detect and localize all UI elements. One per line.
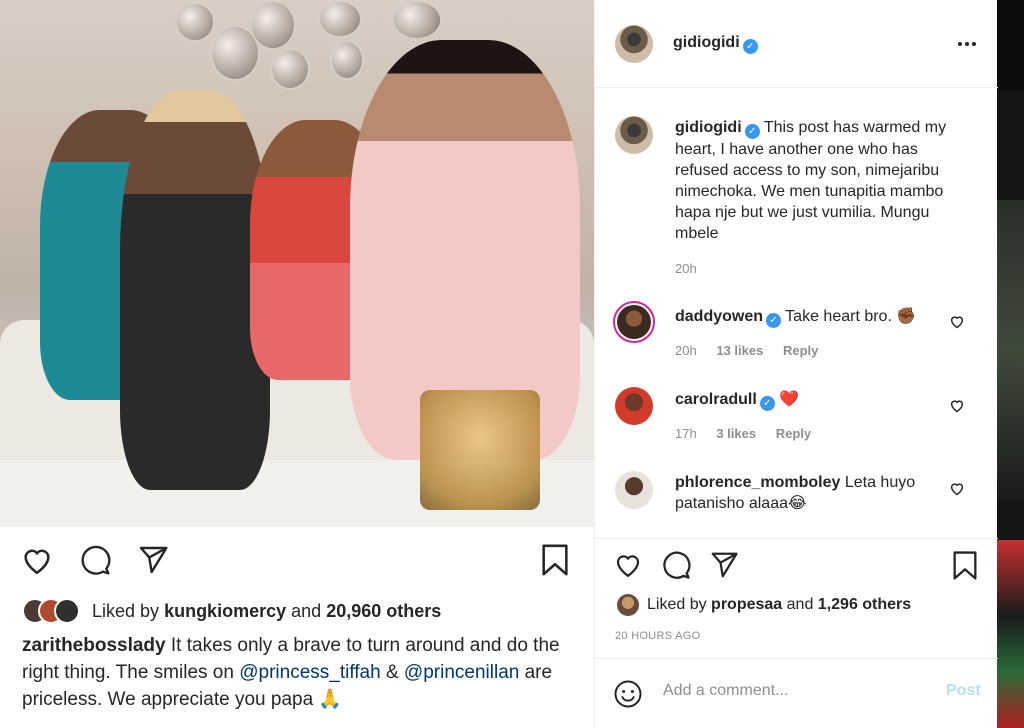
more-horizontal-icon[interactable] [957, 36, 977, 52]
liked-by-row: Liked by kungkiomercy and 20,960 others [22, 598, 441, 624]
comment-username-link[interactable]: carolradull [675, 391, 757, 408]
comment-likes-link[interactable]: 3 likes [716, 426, 756, 441]
wall-mirror [175, 2, 215, 42]
heart-icon[interactable] [949, 398, 965, 413]
comment-item: phlorence_momboley Leta huyo patanisho a… [675, 472, 945, 514]
post-caption: zarithebosslady It takes only a brave to… [22, 632, 582, 713]
background-right-strip [997, 0, 1024, 728]
comment-meta: 20h [675, 258, 975, 279]
comment-text: This post has warmed my heart, I have an… [675, 119, 947, 242]
candle-glass [420, 390, 540, 510]
reply-button[interactable]: Reply [776, 426, 811, 441]
heart-icon[interactable] [949, 481, 965, 496]
emoji-icon[interactable] [613, 679, 643, 709]
wall-mirror [270, 48, 310, 90]
post-time-ago[interactable]: 20 HOURS AGO [615, 630, 701, 642]
wall-mirror [250, 0, 296, 50]
background-post: Liked by kungkiomercy and 20,960 others … [0, 0, 594, 728]
mention-link[interactable]: @princess_tiffah [239, 662, 380, 683]
post-button[interactable]: Post [946, 682, 981, 700]
liked-by-prefix: Liked by [647, 596, 707, 613]
post-photo[interactable] [0, 0, 594, 527]
avatar[interactable] [615, 116, 653, 154]
comment-icon[interactable] [661, 550, 691, 580]
share-icon[interactable] [709, 550, 739, 580]
liked-by-others-link[interactable]: 20,960 others [326, 601, 441, 622]
wall-mirror [318, 0, 362, 38]
heart-icon[interactable] [949, 314, 965, 329]
liker-avatars [22, 598, 80, 624]
avatar [54, 598, 80, 624]
verified-icon: ✓ [766, 313, 782, 328]
man-figure [120, 90, 270, 490]
caption-amp: & [385, 662, 399, 683]
liked-by-prefix: Liked by [92, 600, 160, 621]
comment-username-link[interactable]: phlorence_momboley [675, 474, 840, 491]
comment-icon[interactable] [78, 544, 112, 576]
liked-by-others-link[interactable]: 1,296 others [818, 596, 911, 614]
comment-time: 17h [675, 426, 697, 441]
liked-by-and: and [786, 596, 814, 613]
verified-icon: ✓ [742, 39, 758, 54]
verified-icon: ✓ [744, 124, 760, 139]
avatar[interactable] [615, 25, 653, 63]
wall-mirror [392, 0, 442, 40]
comment-text: ❤️ [779, 391, 800, 408]
wall-mirror [330, 40, 364, 80]
comment-username-link[interactable]: gidiogidi [675, 119, 742, 136]
mention-link[interactable]: @princenillan [404, 662, 519, 683]
bookmark-icon[interactable] [540, 543, 570, 577]
comment-input[interactable]: Add a comment... [663, 682, 788, 700]
avatar[interactable] [615, 387, 653, 425]
reply-button[interactable]: Reply [783, 343, 818, 358]
comment-item: daddyowen ✓ Take heart bro. ✊🏾 20h 13 lik… [675, 306, 975, 361]
liked-by-user-link[interactable]: kungkiomercy [164, 601, 286, 622]
comment-meta: 17h 3 likes Reply [675, 423, 975, 444]
caption-username-link[interactable]: zarithebosslady [22, 635, 166, 656]
liked-by-user-link[interactable]: propesaa [711, 596, 782, 614]
heart-icon[interactable] [20, 544, 54, 576]
comment-text: Take heart bro. ✊🏾 [785, 308, 917, 325]
liked-by-and: and [291, 600, 322, 621]
avatar[interactable] [615, 471, 653, 509]
caption-comment: gidiogidi ✓ This post has warmed my heart… [675, 117, 975, 279]
liked-by-row: Liked by propesaa and 1,296 others [617, 594, 911, 616]
avatar[interactable] [613, 301, 655, 343]
add-comment-bar: Add a comment... Post [595, 658, 998, 728]
avatar[interactable] [617, 594, 639, 616]
post-detail-panel: gidiogidi ✓ gidiogidi ✓ This post has warm… [594, 0, 998, 728]
share-icon[interactable] [136, 544, 170, 576]
verified-icon: ✓ [759, 396, 775, 411]
comment-time: 20h [675, 343, 697, 358]
comment-username-link[interactable]: daddyowen [675, 308, 763, 325]
panel-header: gidiogidi ✓ [595, 0, 998, 88]
header-user: gidiogidi ✓ [673, 34, 758, 54]
comment-meta: 20h 13 likes Reply [675, 340, 975, 361]
header-username-link[interactable]: gidiogidi [673, 34, 740, 51]
comment-time: 20h [675, 261, 697, 276]
comment-item: carolradull ✓ ❤️ 17h 3 likes Reply [675, 389, 975, 444]
heart-icon[interactable] [613, 550, 643, 579]
bookmark-icon[interactable] [951, 550, 979, 581]
comment-likes-link[interactable]: 13 likes [716, 343, 763, 358]
